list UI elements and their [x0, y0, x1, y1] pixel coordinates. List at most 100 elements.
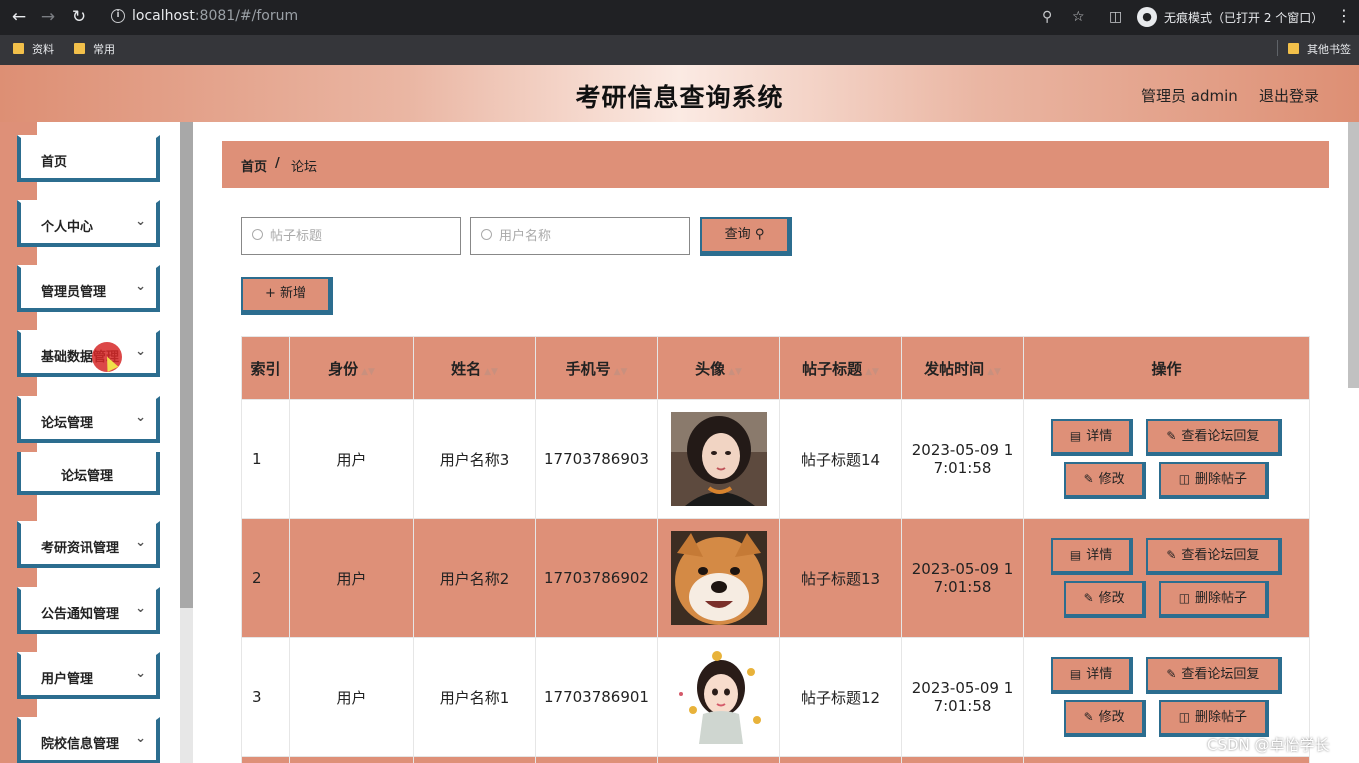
sidebar-item-users[interactable]: 用户管理 ⌄	[17, 652, 160, 699]
view-replies-button[interactable]: ✎ 查看论坛回复	[1145, 538, 1282, 575]
table-row: 3 用户 用户名称1 17703786901 帖子标题12 2023-05-09…	[241, 637, 1310, 757]
sidebar-item-news[interactable]: 考研资讯管理 ⌄	[17, 521, 160, 568]
chevron-down-icon: ⌄	[135, 535, 146, 550]
address-bar[interactable]: i localhost:8081/#/forum	[104, 4, 1104, 30]
folder-icon	[74, 43, 85, 54]
header-post-title[interactable]: 帖子标题 ▲▼	[779, 336, 902, 400]
breadcrumb-separator: /	[275, 156, 280, 171]
forward-arrow-icon[interactable]: →	[37, 6, 59, 28]
sidebar-item-admins[interactable]: 管理员管理 ⌄	[17, 265, 160, 312]
cell-empty	[535, 756, 658, 763]
cell-role: 用户	[289, 399, 414, 519]
post-time-line: 7:01:58	[933, 697, 992, 715]
header-post-time[interactable]: 发帖时间 ▲▼	[901, 336, 1024, 400]
site-info-icon[interactable]: i	[111, 9, 125, 23]
edit-button[interactable]: ✎ 修改	[1064, 581, 1147, 618]
page-scrollbar-thumb[interactable]	[1348, 122, 1359, 388]
sort-icon[interactable]: ▲▼	[728, 367, 742, 377]
sort-icon[interactable]: ▲▼	[865, 367, 879, 377]
header-phone[interactable]: 手机号 ▲▼	[535, 336, 658, 400]
user-name-search-field[interactable]	[470, 217, 690, 255]
header-avatar[interactable]: 头像 ▲▼	[657, 336, 780, 400]
view-replies-button[interactable]: ✎ 查看论坛回复	[1145, 657, 1282, 694]
watermark: CSDN @卓怡学长	[1207, 736, 1330, 754]
sidebar-item-home[interactable]: 首页	[17, 135, 160, 182]
detail-button[interactable]: ▤ 详情	[1051, 538, 1134, 575]
sidebar-scrollbar-thumb[interactable]	[180, 122, 193, 608]
header-role[interactable]: 身份 ▲▼	[289, 336, 414, 400]
delete-post-button[interactable]: ◫ 删除帖子	[1158, 462, 1269, 499]
document-icon: ▤	[1069, 429, 1082, 443]
edit-button[interactable]: ✎ 修改	[1064, 462, 1147, 499]
chevron-down-icon: ⌄	[135, 279, 146, 294]
cell-role: 用户	[289, 637, 414, 757]
post-time-line: 2023-05-09 1	[911, 560, 1014, 578]
kebab-menu-icon[interactable]: ⋮	[1336, 6, 1352, 25]
user-name-input[interactable]	[499, 227, 679, 245]
cell-name: 用户名称3	[413, 399, 536, 519]
breadcrumb-home[interactable]: 首页	[241, 156, 267, 175]
cell-index: 1	[241, 399, 290, 519]
header-index[interactable]: 索引	[241, 336, 290, 400]
search-icon	[481, 229, 492, 240]
sort-icon[interactable]: ▲▼	[614, 367, 628, 377]
detail-button[interactable]: ▤ 详情	[1051, 419, 1134, 456]
sidebar-item-profile[interactable]: 个人中心 ⌄	[17, 200, 160, 247]
sidebar-item-notices[interactable]: 公告通知管理 ⌄	[17, 587, 160, 634]
delete-post-button[interactable]: ◫ 删除帖子	[1158, 700, 1269, 737]
edit-button[interactable]: ✎ 修改	[1064, 700, 1147, 737]
query-button[interactable]: 查询 ⚲	[700, 217, 792, 256]
sidepanel-icon[interactable]: ◫	[1109, 7, 1122, 27]
other-bookmarks[interactable]: 其他书签	[1288, 41, 1351, 59]
cell-avatar	[657, 518, 780, 638]
view-replies-button-label: 查看论坛回复	[1181, 667, 1260, 682]
incognito-label[interactable]: 无痕模式（已打开 2 个窗口）	[1164, 9, 1323, 26]
header-label: 帖子标题	[802, 359, 863, 378]
sort-icon[interactable]: ▲▼	[361, 367, 375, 377]
add-button[interactable]: + 新增	[241, 277, 333, 315]
header-label: 索引	[250, 359, 281, 378]
sidebar-item-schools[interactable]: 院校信息管理 ⌄	[17, 717, 160, 763]
admin-label: 管理员 admin	[1141, 87, 1238, 105]
search-icon: ⚲	[754, 227, 765, 242]
app-header: 考研信息查询系统 管理员 admin 退出登录	[0, 65, 1359, 122]
post-title-search-field[interactable]	[241, 217, 461, 255]
view-replies-button[interactable]: ✎ 查看论坛回复	[1145, 419, 1282, 456]
document-icon: ▤	[1069, 667, 1082, 681]
cell-phone: 17703786903	[535, 399, 658, 519]
bookmark-folder[interactable]: 资料	[13, 41, 54, 59]
header-label: 发帖时间	[924, 359, 985, 378]
avatar-photo-woman[interactable]	[670, 412, 767, 506]
incognito-icon[interactable]: ●	[1137, 7, 1157, 27]
document-icon: ▤	[1069, 548, 1082, 562]
url-text: localhost:8081/#/forum	[132, 8, 298, 24]
url-path: :8081/#/forum	[194, 8, 299, 24]
sidebar-item-label: 院校信息管理	[41, 737, 120, 752]
cell-name: 用户名称1	[413, 637, 536, 757]
delete-post-button[interactable]: ◫ 删除帖子	[1158, 581, 1269, 618]
header-name[interactable]: 姓名 ▲▼	[413, 336, 536, 400]
cell-empty	[241, 756, 290, 763]
bookmark-folder[interactable]: 常用	[74, 41, 115, 59]
logout-link[interactable]: 退出登录	[1259, 85, 1319, 106]
avatar-photo-dog[interactable]	[670, 531, 767, 625]
cell-post-time: 2023-05-09 1 7:01:58	[901, 399, 1024, 519]
sidebar-subitem-forum[interactable]: 论坛管理	[17, 452, 160, 495]
sort-icon[interactable]: ▲▼	[987, 367, 1001, 377]
avatar-cartoon-girl[interactable]	[670, 650, 767, 744]
cell-post-title: 帖子标题12	[779, 637, 902, 757]
table-row-partial	[241, 756, 1310, 763]
sidebar-item-base-data[interactable]: 基础数据管理 ⌄	[17, 330, 160, 377]
key-icon[interactable]: ⚲	[1042, 7, 1052, 27]
detail-button[interactable]: ▤ 详情	[1051, 657, 1134, 694]
star-icon[interactable]: ☆	[1072, 7, 1085, 27]
url-host: localhost	[132, 8, 195, 24]
post-title-input[interactable]	[270, 227, 450, 245]
sidebar-item-forum[interactable]: 论坛管理 ⌄	[17, 396, 160, 443]
back-arrow-icon[interactable]: ←	[8, 6, 30, 28]
detail-button-label: 详情	[1086, 548, 1113, 563]
bookmark-label: 资料	[32, 43, 54, 56]
sort-icon[interactable]: ▲▼	[484, 367, 498, 377]
sidebar-item-label: 论坛管理	[41, 416, 94, 431]
reload-icon[interactable]: ↻	[68, 6, 90, 28]
